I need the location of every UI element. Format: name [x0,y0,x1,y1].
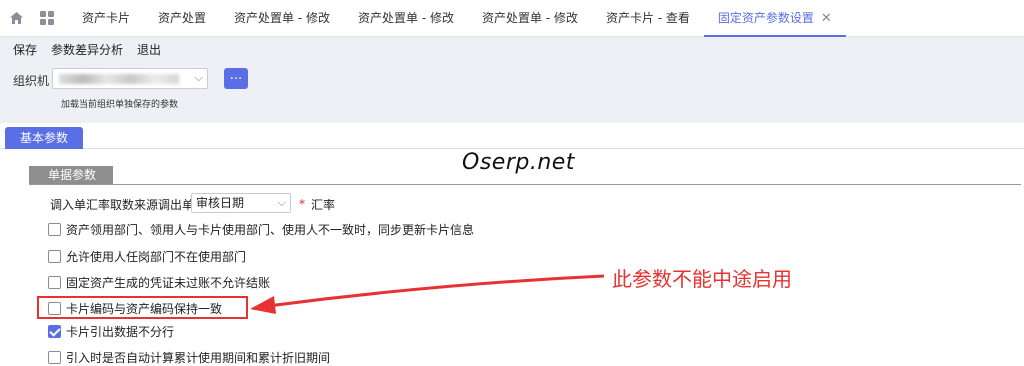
option-no-line-split[interactable]: 卡片引出数据不分行 [48,323,174,339]
rate-source-value: 审核日期 [196,196,245,210]
org-value-redacted [59,74,179,84]
tab-basic-params[interactable]: 基本参数 [5,127,83,149]
checkbox[interactable] [48,275,61,289]
rate-source-select[interactable]: 审核日期 ⌵ [191,193,291,213]
checkbox[interactable] [48,249,61,263]
watermark: Oserp.net [462,150,575,175]
checkbox-checked[interactable] [48,324,61,338]
option-allow-user-dept[interactable]: 允许使用人任岗部门不在使用部门 [48,248,246,264]
group-header: 单据参数 [29,166,113,184]
option-sync-card-info[interactable]: 资产领用部门、领用人与卡片使用部门、使用人不一致时，同步更新卡片信息 [48,221,474,237]
section-tab-row: 基本参数 [0,123,1024,149]
grid-menu-icon[interactable] [40,11,54,25]
home-icon[interactable] [10,12,23,24]
chevron-down-icon: ⌵ [194,71,203,84]
option-label: 允许使用人任岗部门不在使用部门 [66,249,247,264]
checkbox[interactable] [48,222,61,236]
option-label: 卡片引出数据不分行 [66,324,175,339]
save-button[interactable]: 保存 [13,41,37,58]
org-select[interactable]: ⌵ [52,68,208,89]
rate-source-label: 调入单汇率取数来源调出单 [50,198,195,212]
annotation-text: 此参数不能中途启用 [612,267,792,291]
option-label: 引入时是否自动计算累计使用期间和累计折旧期间 [66,350,331,365]
close-icon[interactable]: ✕ [821,11,832,26]
divider [29,184,1021,185]
tab-disposal-edit-1[interactable]: 资产处置单 - 修改 [220,0,344,37]
chevron-down-icon: ⌵ [277,196,286,209]
org-lookup-button[interactable]: ... [224,68,248,89]
tab-disposal-edit-3[interactable]: 资产处置单 - 修改 [468,0,592,37]
required-mark: * [299,197,305,211]
option-auto-calc-periods[interactable]: 引入时是否自动计算累计使用期间和累计折旧期间 [48,349,330,365]
tab-bar: 资产卡片 资产处置 资产处置单 - 修改 资产处置单 - 修改 资产处置单 - … [0,0,1024,37]
toolbar: 保存 参数差异分析 退出 [0,37,1024,61]
diff-analysis-button[interactable]: 参数差异分析 [51,41,123,58]
exit-button[interactable]: 退出 [137,41,161,58]
annotation-arrow-icon [250,274,605,314]
tab-disposal-edit-2[interactable]: 资产处置单 - 修改 [344,0,468,37]
org-panel: 组织机 ⌵ ... 加载当前组织单独保存的参数 [0,61,1024,123]
tab-asset-disposal[interactable]: 资产处置 [144,0,220,37]
org-label: 组织机 [13,74,50,88]
checkbox[interactable] [48,350,61,364]
option-label: 资产领用部门、领用人与卡片使用部门、使用人不一致时，同步更新卡片信息 [66,222,475,237]
rate-suffix-label: 汇率 [311,198,336,212]
tab-asset-card[interactable]: 资产卡片 [68,0,144,37]
document-tabs: 资产卡片 资产处置 资产处置单 - 修改 资产处置单 - 修改 资产处置单 - … [68,0,846,37]
tab-asset-card-view[interactable]: 资产卡片 - 查看 [592,0,704,37]
org-hint: 加载当前组织单独保存的参数 [61,100,179,110]
tab-fixed-asset-settings[interactable]: 固定资产参数设置 ✕ [703,0,846,37]
tab-label: 固定资产参数设置 [717,10,814,25]
annotation-highlight-box [37,296,248,319]
